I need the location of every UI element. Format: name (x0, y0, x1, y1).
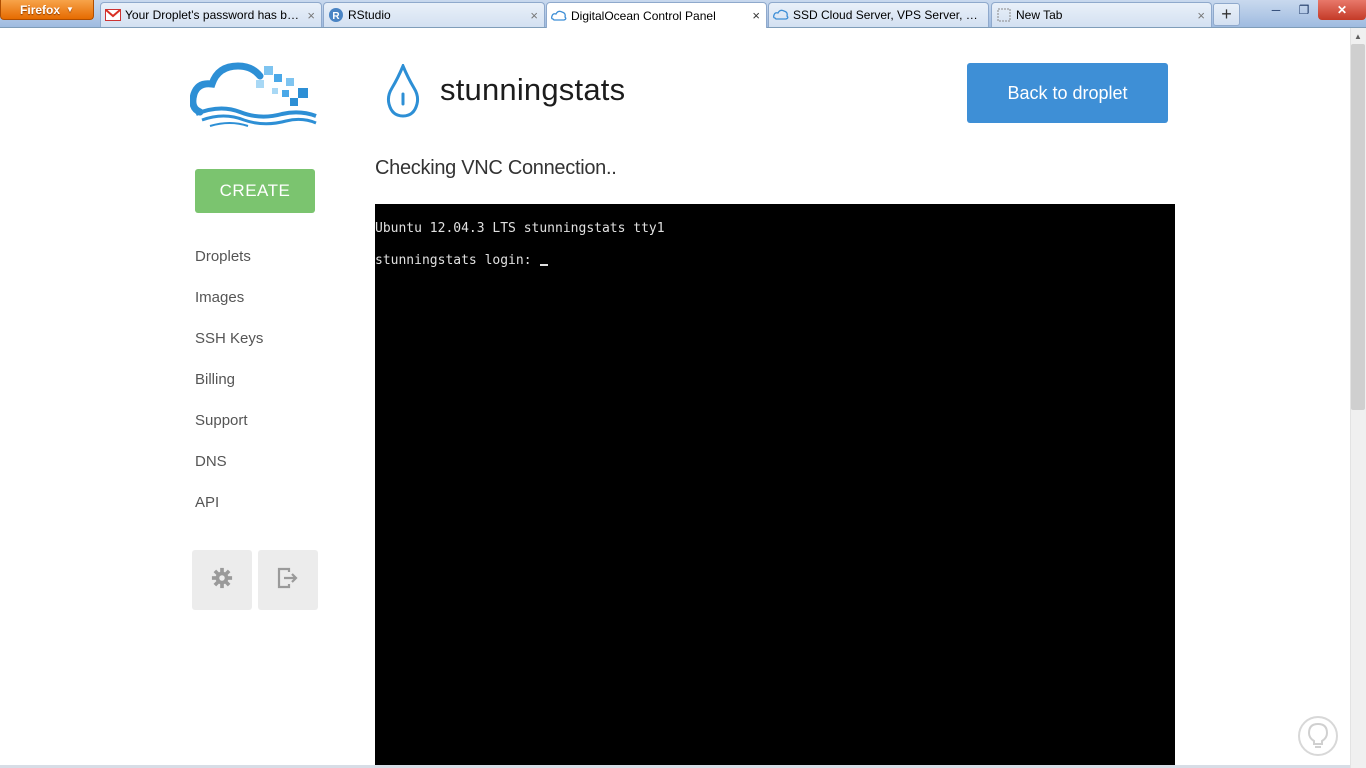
tab-close-icon[interactable]: × (530, 8, 538, 23)
text-cursor (540, 264, 549, 266)
tab-title: SSD Cloud Server, VPS Server, Si... (793, 8, 982, 22)
droplet-title: stunningstats (440, 72, 626, 107)
gmail-icon (105, 7, 121, 23)
browser-tab-gmail[interactable]: Your Droplet's password has be... × (100, 2, 322, 27)
minimize-window-icon[interactable]: ─ (1262, 0, 1290, 20)
tab-title: RStudio (348, 8, 391, 22)
droplet-icon (386, 62, 420, 118)
console-line: Ubuntu 12.04.3 LTS stunningstats tty1 (375, 221, 665, 236)
scroll-up-arrow-icon[interactable]: ▲ (1350, 28, 1366, 44)
sidebar-item-support[interactable]: Support (195, 400, 355, 441)
vnc-status-text: Checking VNC Connection.. (375, 157, 617, 179)
logout-button[interactable] (258, 550, 318, 610)
tab-close-icon[interactable]: × (307, 8, 315, 23)
tab-title: DigitalOcean Control Panel (571, 8, 716, 23)
blank-page-icon (996, 7, 1012, 23)
digitalocean-logo[interactable] (189, 60, 320, 130)
browser-tab-ssd-cloud[interactable]: SSD Cloud Server, VPS Server, Si... (768, 2, 989, 27)
scrollbar-thumb[interactable] (1351, 44, 1365, 410)
restore-window-icon[interactable]: ❐ (1290, 0, 1318, 20)
sidebar-item-droplets[interactable]: Droplets (195, 236, 355, 277)
create-button[interactable]: CREATE (195, 169, 315, 213)
dropdown-caret-icon: ▼ (66, 5, 74, 14)
digitalocean-icon (551, 8, 567, 24)
digitalocean-icon (773, 7, 789, 23)
vnc-console[interactable]: Ubuntu 12.04.3 LTS stunningstats tty1 st… (375, 204, 1175, 768)
browser-tab-digitalocean[interactable]: DigitalOcean Control Panel × (546, 2, 767, 28)
tab-close-icon[interactable]: × (752, 8, 760, 23)
console-line: stunningstats login: (375, 253, 540, 268)
firefox-menu-label: Firefox (20, 2, 61, 17)
firefox-menu-button[interactable]: Firefox ▼ (0, 0, 94, 20)
console-login-prompt: stunningstats login: (375, 253, 549, 268)
sidebar-item-ssh-keys[interactable]: SSH Keys (195, 318, 355, 359)
browser-tab-strip: Firefox ▼ Your Droplet's password has be… (0, 0, 1366, 28)
browser-tab-new-tab[interactable]: New Tab × (991, 2, 1212, 27)
close-window-icon[interactable]: ✕ (1318, 0, 1366, 20)
sidebar-item-api[interactable]: API (195, 482, 355, 523)
tab-title: New Tab (1016, 8, 1063, 22)
sidebar-nav: Droplets Images SSH Keys Billing Support… (195, 236, 355, 523)
tab-title: Your Droplet's password has be... (125, 8, 304, 22)
sidebar-item-images[interactable]: Images (195, 277, 355, 318)
svg-text:R: R (332, 11, 340, 22)
tab-close-icon[interactable]: × (1197, 8, 1205, 23)
sidebar-item-dns[interactable]: DNS (195, 441, 355, 482)
lightbulb-icon[interactable] (1298, 716, 1338, 756)
new-tab-button[interactable]: + (1213, 3, 1240, 26)
browser-tab-rstudio[interactable]: R RStudio × (323, 2, 545, 27)
back-to-droplet-button[interactable]: Back to droplet (967, 63, 1168, 123)
settings-button[interactable] (192, 550, 252, 610)
gear-icon (211, 567, 233, 594)
sidebar-item-billing[interactable]: Billing (195, 359, 355, 400)
rstudio-icon: R (328, 7, 344, 23)
logout-icon (276, 567, 300, 594)
